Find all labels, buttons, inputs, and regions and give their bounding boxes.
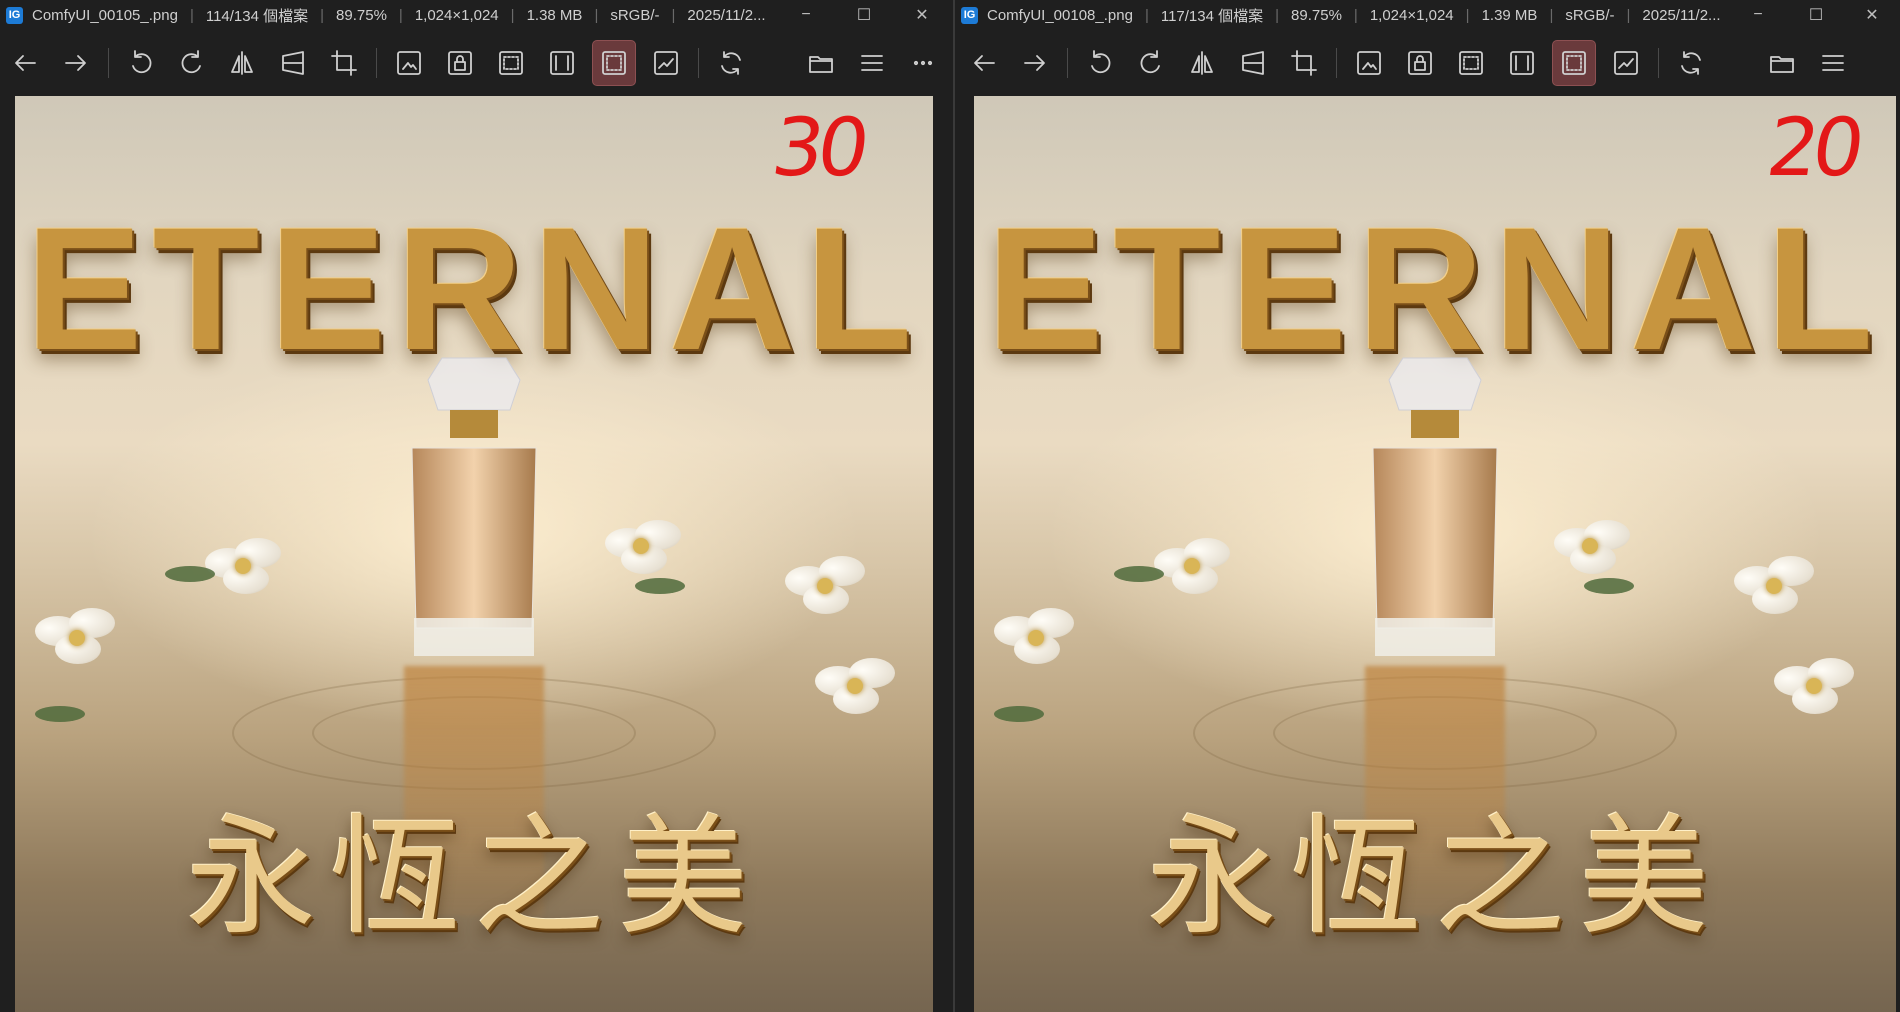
open-folder-icon[interactable] [800, 41, 842, 85]
color-space: sRGB/- [610, 6, 660, 24]
minimize-button[interactable]: − [778, 0, 834, 30]
zoom-level: 89.75% [1291, 6, 1342, 24]
menu-icon[interactable] [1812, 41, 1854, 85]
tagline-text: 永恆之美 [185, 801, 762, 953]
color-space: sRGB/- [1565, 6, 1615, 24]
file-index: 117/134 個檔案 [1160, 7, 1264, 25]
open-folder-icon[interactable] [1761, 41, 1803, 85]
rotate-left-icon[interactable] [120, 41, 162, 85]
fit-window-icon[interactable] [591, 40, 636, 86]
red-annotation: 30 [766, 101, 870, 194]
image-dimensions: 1,024×1,024 [414, 6, 499, 24]
back-icon[interactable] [4, 41, 46, 85]
fit-width-icon[interactable] [541, 41, 583, 85]
app-icon: IG [6, 6, 23, 24]
refresh-icon[interactable] [1670, 41, 1712, 85]
refresh-icon[interactable] [710, 41, 752, 85]
app-icon: IG [961, 6, 978, 24]
file-date: 2025/11/2... [687, 6, 766, 24]
crop-icon[interactable] [1283, 41, 1325, 85]
tagline-text: 永恆之美 [1146, 801, 1723, 953]
actual-size-icon[interactable] [490, 41, 532, 85]
histogram-icon[interactable] [645, 41, 687, 85]
rotate-right-icon[interactable] [171, 41, 213, 85]
title-bar: IG ComfyUI_00108_.png | 117/134 個檔案 | 89… [955, 0, 1900, 30]
more-icon[interactable] [902, 41, 944, 85]
file-date: 2025/11/2... [1642, 6, 1721, 24]
file-size: 1.38 MB [526, 6, 583, 24]
file-name: ComfyUI_00105_.png [32, 6, 178, 24]
file-index: 114/134 個檔案 [205, 7, 309, 25]
crop-icon[interactable] [323, 41, 365, 85]
flip-horizontal-icon[interactable] [1181, 41, 1223, 85]
title-bar: IG ComfyUI_00105_.png | 114/134 個檔案 | 89… [0, 0, 953, 30]
perfume-bottle [411, 357, 537, 656]
maximize-button[interactable]: ☐ [1788, 0, 1844, 30]
perspective-icon[interactable] [272, 41, 314, 85]
close-button[interactable]: ✕ [894, 0, 950, 30]
file-name: ComfyUI_00108_.png [987, 6, 1133, 24]
image-canvas[interactable]: 30 ETERNAL 永恆之美 [15, 96, 933, 1012]
perspective-icon[interactable] [1232, 41, 1274, 85]
forward-icon[interactable] [1014, 41, 1056, 85]
image-canvas[interactable]: 20 ETERNAL 永恆之美 [974, 96, 1896, 1012]
flip-horizontal-icon[interactable] [222, 41, 264, 85]
toolbar [955, 36, 1900, 90]
fit-width-icon[interactable] [1501, 41, 1543, 85]
fit-window-icon[interactable] [1552, 40, 1596, 86]
actual-size-icon[interactable] [1450, 41, 1492, 85]
close-button[interactable]: ✕ [1844, 0, 1900, 30]
rotate-left-icon[interactable] [1079, 41, 1121, 85]
rotate-right-icon[interactable] [1130, 41, 1172, 85]
forward-icon[interactable] [55, 41, 97, 85]
red-annotation: 20 [1761, 101, 1865, 194]
maximize-button[interactable]: ☐ [836, 0, 892, 30]
zoom-level: 89.75% [336, 6, 387, 24]
image-dimensions: 1,024×1,024 [1369, 6, 1454, 24]
lock-zoom-icon[interactable] [439, 41, 481, 85]
fit-image-icon[interactable] [1348, 41, 1390, 85]
menu-icon[interactable] [851, 41, 893, 85]
file-size: 1.39 MB [1481, 6, 1538, 24]
viewer-pane-left: IG ComfyUI_00105_.png | 114/134 個檔案 | 89… [0, 0, 953, 1012]
minimize-button[interactable]: − [1730, 0, 1786, 30]
fit-image-icon[interactable] [388, 41, 430, 85]
histogram-icon[interactable] [1605, 41, 1647, 85]
lock-zoom-icon[interactable] [1399, 41, 1441, 85]
perfume-bottle [1372, 357, 1498, 656]
toolbar [0, 36, 953, 90]
back-icon[interactable] [963, 41, 1005, 85]
viewer-pane-right: IG ComfyUI_00108_.png | 117/134 個檔案 | 89… [955, 0, 1900, 1012]
